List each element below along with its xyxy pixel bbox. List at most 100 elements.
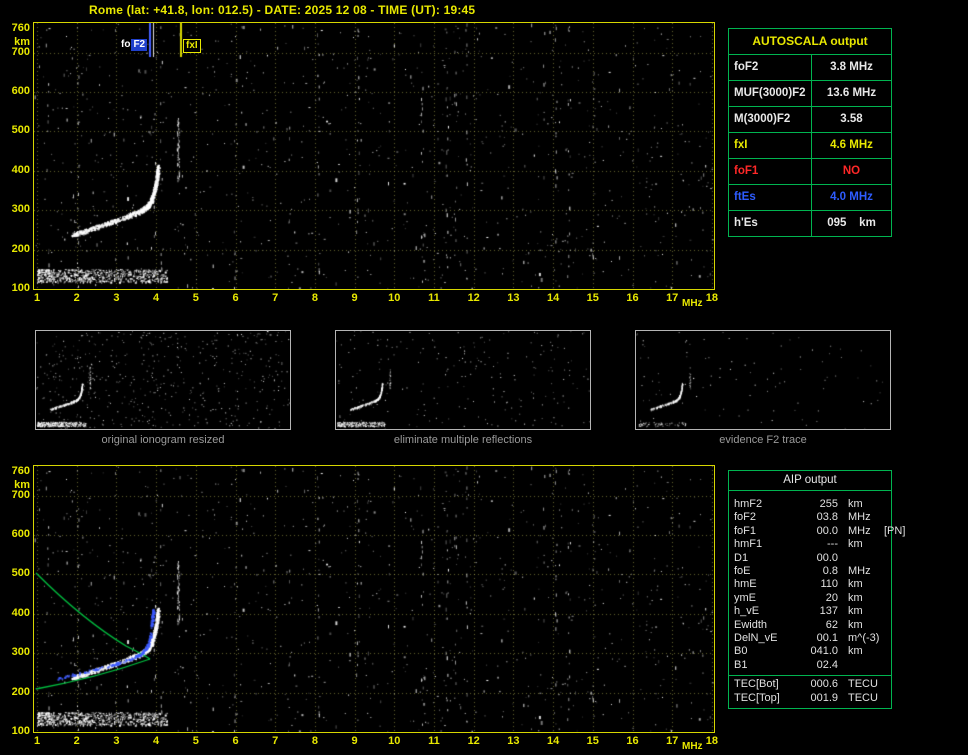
autoscala-row-value: 3.58 [840,113,863,125]
aip-row-note [884,498,886,511]
x-axis-tick: 1 [33,292,41,304]
x-axis-tick: 12 [467,735,480,747]
aip-row-value: 255 [819,498,838,510]
autoscala-window: Rome (lat: +41.8, lon: 012.5) - DATE: 20… [0,0,968,755]
y-axis-tick: 200 [11,685,30,698]
aip-row-note [884,605,886,618]
aip-row-name: B0 [734,645,748,658]
x-axis-tick: 14 [546,292,560,304]
x-axis-tick: 17 [666,292,679,304]
aip-table-row: hmE 110 km [729,578,891,591]
autoscala-row-value: 4.6 MHz [830,139,873,151]
y-axis-tick: 600 [11,528,30,541]
y-axis-tick: 500 [11,567,30,580]
autoscala-row-value: 095 km [827,217,876,229]
autoscala-row-label: h'Es [729,211,812,236]
aip-row-note [884,659,886,672]
aip-row-name: DelN_vE [734,632,778,645]
aip-row-note [884,538,886,551]
autoscala-row-label: foF2 [729,55,812,80]
autoscala-table-rows: foF2 3.8 MHz MUF(3000)F2 13.6 MHz M(3000)F2 3… [729,55,891,236]
y-axis-tick: 600 [11,85,30,98]
y-axis-tick: 760 [11,22,30,35]
aip-row-note [884,678,886,691]
foF2-marker-prefix: fo [121,39,131,50]
aip-row-name: hmF2 [734,498,763,510]
aip-row-unit: km [848,645,863,658]
y-axis-tick: 300 [11,646,30,659]
aip-row-value: 000.6 [810,678,838,691]
aip-row-value: 001.9 [810,691,838,704]
x-axis-unit: MHz [682,298,703,309]
top-ionogram-plot: fo F2 fxI [33,22,715,290]
aip-row-unit: km [848,605,863,618]
aip-row-name: B1 [734,658,748,671]
x-axis-tick: 4 [153,735,160,747]
aip-row-value: 00.0 [816,551,838,564]
aip-row-note [884,632,886,645]
aip-table-row: B0 041.0 km [729,645,891,658]
aip-row-value: 62 [825,618,838,631]
fxI-marker: fxI [183,39,201,53]
aip-row-name: TEC[Bot] [734,678,779,691]
aip-row-unit: km [848,618,863,631]
x-axis-tick: 9 [351,735,358,747]
autoscala-table-row: ftEs 4.0 MHz [729,185,891,211]
autoscala-output-table: AUTOSCALA output foF2 3.8 MHz MUF(3000)F2 1… [728,28,892,237]
autoscala-table-row: h'Es 095 km [729,211,891,236]
autoscala-row-label: foF1 [729,159,812,184]
aip-row-unit: TECU [848,678,878,691]
x-axis-tick: 18 [705,735,719,747]
x-axis-tick: 8 [311,292,318,304]
aip-table-rows: hmF2 255 km foF2 03.8 MHz foF1 00.0 MHz [PN] hmF1 -… [729,498,905,672]
top-ionogram-canvas [34,23,714,289]
aip-row-unit [838,552,884,565]
aip-row-note [884,578,886,591]
aip-row-value: 00.0 [816,524,838,537]
autoscala-row-label: ftEs [729,185,812,210]
bottom-ionogram-canvas [34,466,714,732]
aip-table-row: TEC[Top] 001.9 TECU [729,692,891,705]
aip-table-row: hmF1 --- km [729,538,891,551]
autoscala-row-label: M(3000)F2 [729,107,812,132]
x-axis-tick: 14 [546,735,560,747]
thumbnail-caption-reflections: eliminate multiple reflections [393,434,533,446]
aip-row-unit: km [848,591,863,604]
aip-table-row: foE 0.8 MHz [729,565,891,578]
aip-row-unit: km [848,538,863,551]
fxI-marker-value: fxI [183,39,201,53]
y-axis-unit: km [14,36,30,48]
x-axis-tick: 3 [113,292,120,304]
x-axis-tick: 8 [311,735,318,747]
x-axis-tick: 17 [666,735,679,747]
x-axis-tick: 16 [626,292,639,304]
y-axis-unit: km [14,479,30,491]
x-axis-tick: 3 [113,735,120,747]
x-axis-tick: 5 [192,735,199,747]
x-axis-tick: 7 [272,735,279,747]
aip-row-name: TEC[Top] [734,691,780,704]
aip-row-value: --- [827,538,838,551]
autoscala-row-value: 3.8 MHz [830,61,873,73]
aip-table-row: foF1 00.0 MHz [PN] [729,524,905,538]
aip-row-unit: MHz [848,565,871,578]
x-axis-tick: 15 [586,735,599,747]
aip-row-unit: MHz [848,524,871,537]
aip-table-title: AIP output [729,471,891,491]
x-axis-tick: 13 [507,292,520,304]
y-axis-tick: 500 [11,124,30,137]
x-axis-tick: 2 [73,292,80,304]
aip-row-note [884,552,886,565]
aip-row-value: 02.4 [816,658,838,671]
aip-row-note [884,592,886,605]
aip-table-row: h_vE 137 km [729,605,891,618]
aip-row-value: 03.8 [816,511,838,524]
x-axis-tick: 10 [388,735,401,747]
thumbnail-f2-trace-canvas [636,331,890,429]
x-axis-tick: 12 [467,292,480,304]
autoscala-table-row: fxI 4.6 MHz [729,133,891,159]
thumbnail-caption-original: original ionogram resized [101,434,225,446]
autoscala-table-title: AUTOSCALA output [729,29,891,55]
aip-table-row: Ewidth 62 km [729,619,891,632]
thumbnail-multiple-reflections [335,330,591,430]
